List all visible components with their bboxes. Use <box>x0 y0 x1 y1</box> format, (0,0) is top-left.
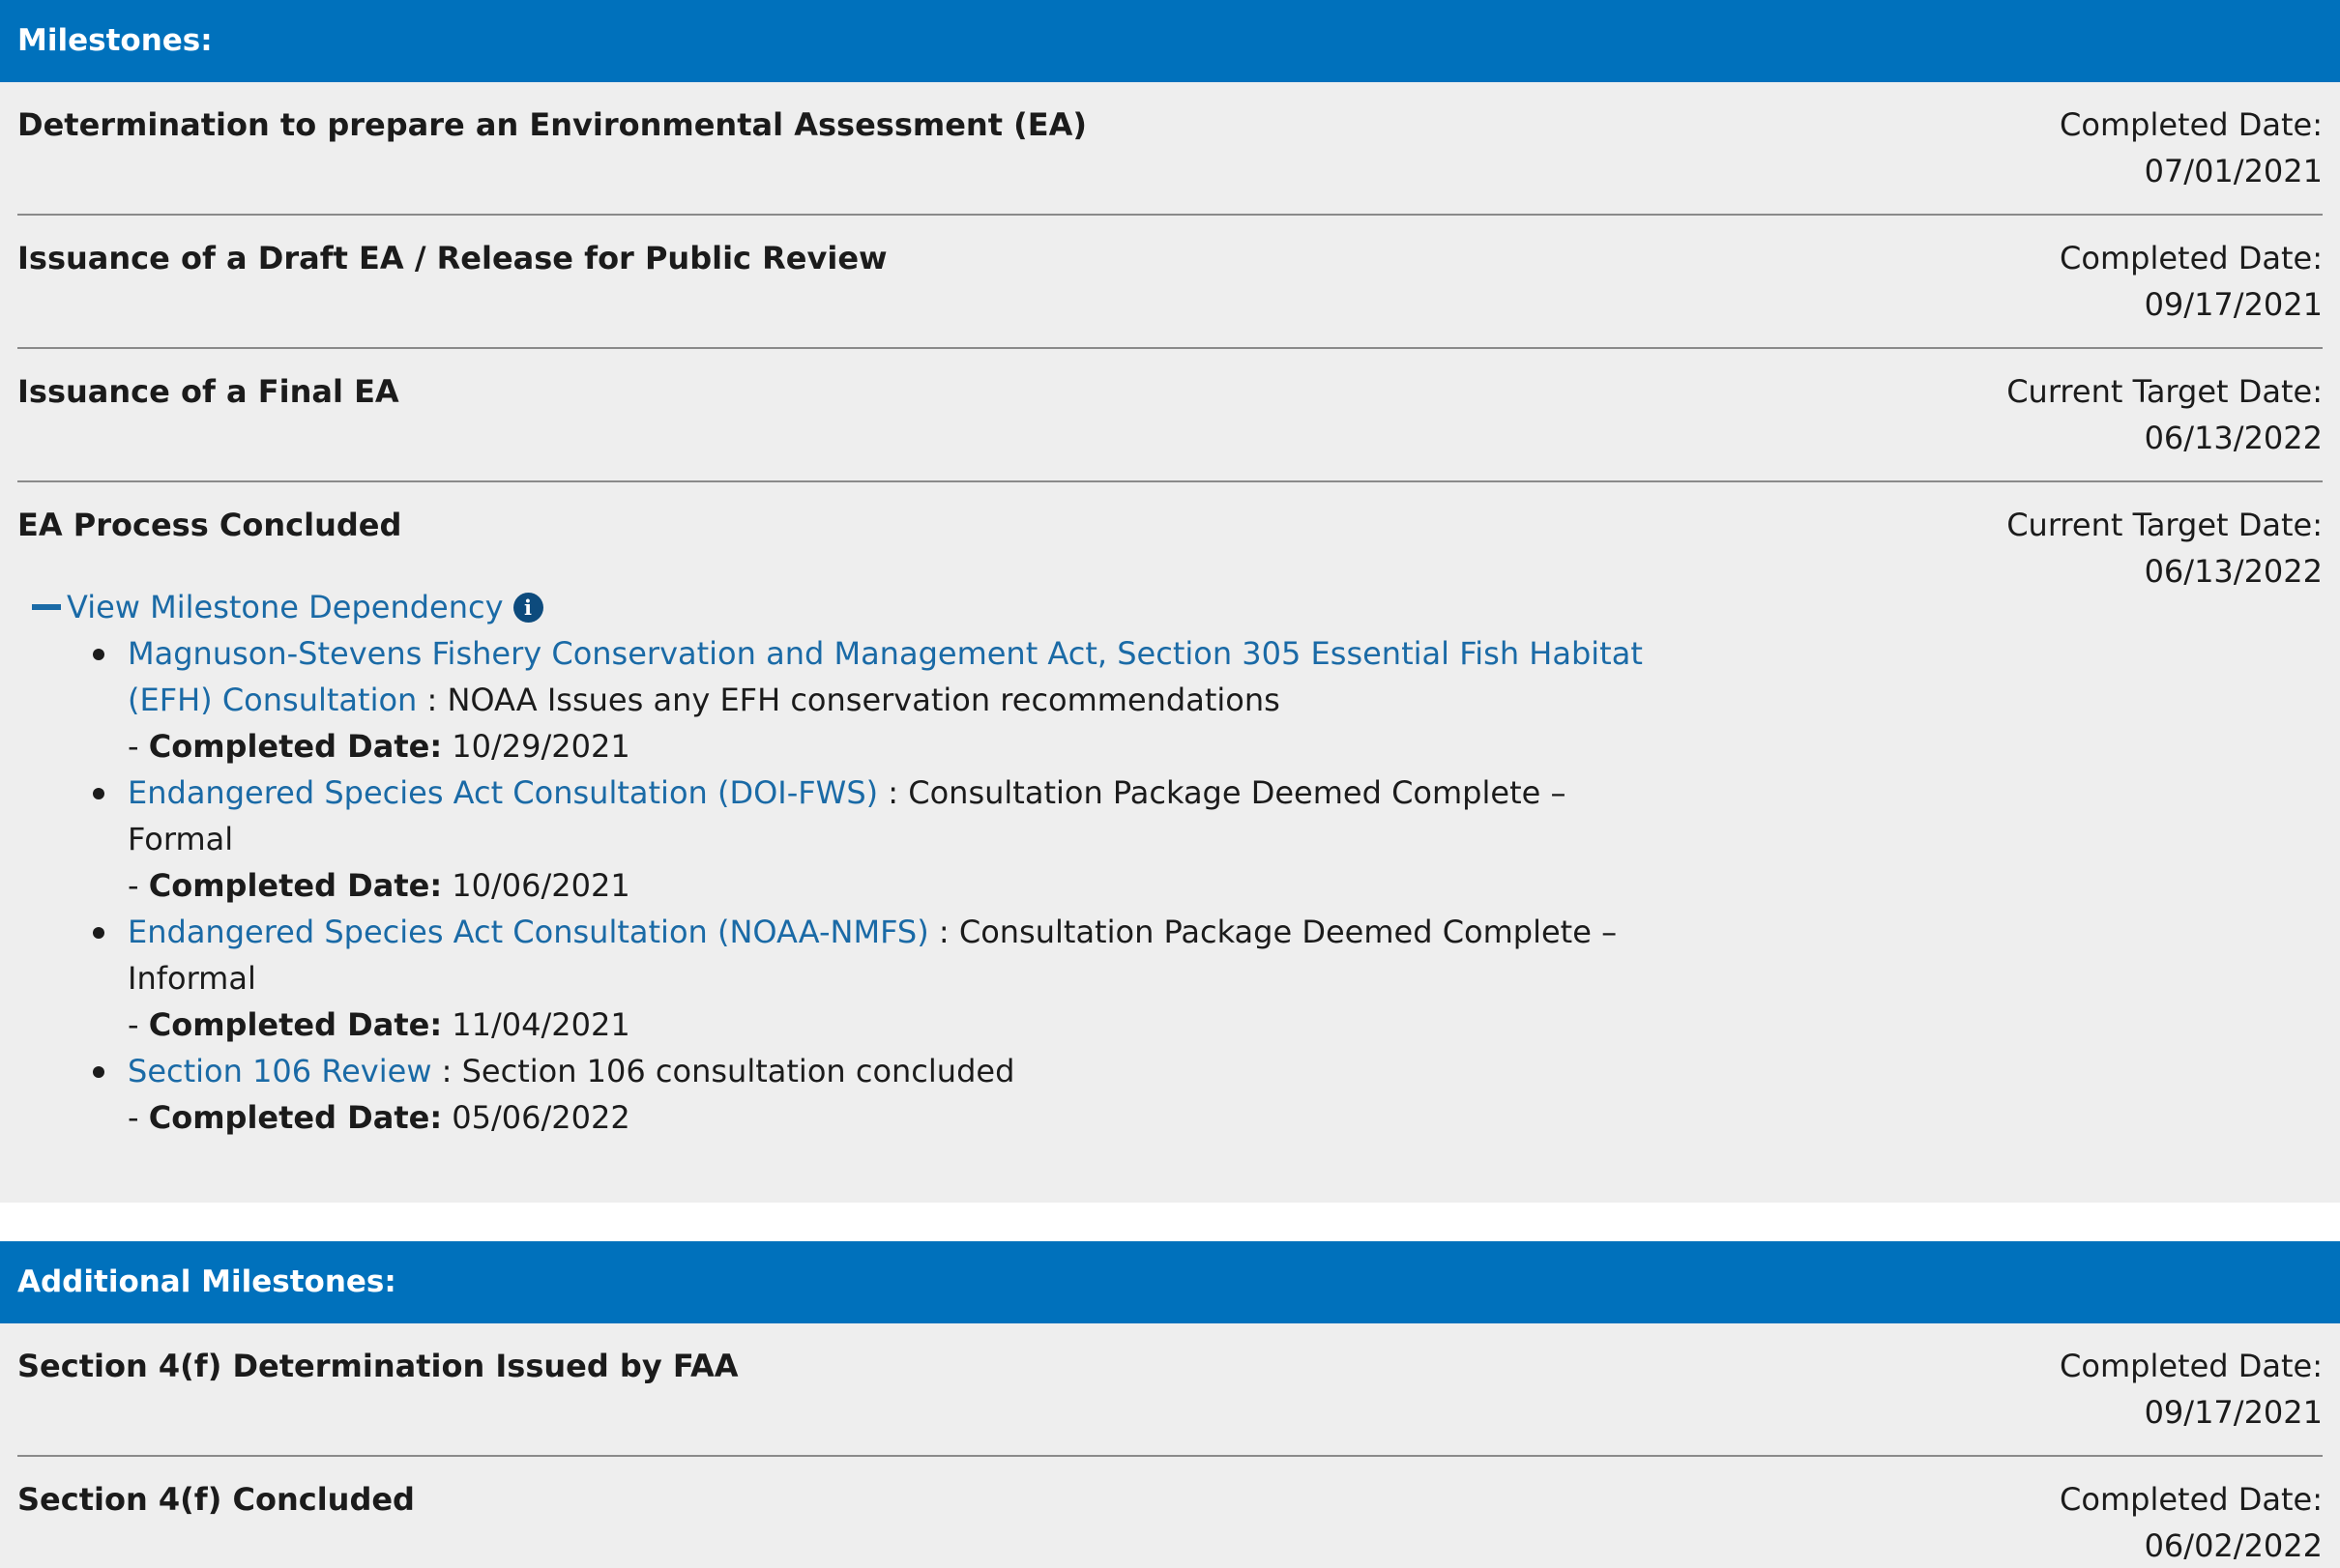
milestone-title: Issuance of a Final EA <box>17 373 399 410</box>
completed-date-value: 10/06/2021 <box>452 867 630 904</box>
completed-prefix: - <box>128 1099 149 1136</box>
milestone-row: EA Process Concluded View Milestone Depe… <box>17 482 2323 1203</box>
milestone-date-value: 06/13/2022 <box>2144 420 2323 456</box>
bullet-icon <box>93 927 104 939</box>
dependency-item: Section 106 Review : Section 106 consult… <box>77 1048 1644 1141</box>
dependency-item: Magnuson-Stevens Fishery Conservation an… <box>77 630 1644 769</box>
completed-prefix: - <box>128 728 149 765</box>
milestone-title: Determination to prepare an Environmenta… <box>17 106 1087 143</box>
milestone-date: Completed Date: 09/17/2021 <box>2060 1323 2323 1436</box>
bullet-icon <box>93 788 104 799</box>
completed-prefix: - <box>128 867 149 904</box>
dependency-description: : NOAA Issues any EFH conservation recom… <box>417 682 1280 718</box>
milestone-title: Issuance of a Draft EA / Release for Pub… <box>17 240 888 276</box>
milestone-date: Current Target Date: 06/13/2022 <box>2006 482 2323 595</box>
dependency-link[interactable]: Section 106 Review <box>128 1053 431 1089</box>
milestone-date-label: Completed Date: <box>2060 240 2323 276</box>
milestone-date-label: Current Target Date: <box>2006 373 2323 410</box>
additional-milestones-header: Additional Milestones: <box>0 1241 2340 1323</box>
milestone-date-value: 07/01/2021 <box>2144 153 2323 189</box>
dependency-link[interactable]: Endangered Species Act Consultation (NOA… <box>128 914 929 950</box>
milestone-date-value: 09/17/2021 <box>2144 286 2323 323</box>
milestone-row: Section 4(f) Determination Issued by FAA… <box>17 1323 2323 1457</box>
completed-date-value: 05/06/2022 <box>452 1099 630 1136</box>
dependency-list: Magnuson-Stevens Fishery Conservation an… <box>17 630 1644 1141</box>
milestone-date-value: 06/02/2022 <box>2144 1527 2323 1564</box>
milestone-date-value: 06/13/2022 <box>2144 553 2323 590</box>
milestone-date: Current Target Date: 06/13/2022 <box>2006 349 2323 461</box>
dependency-item: Endangered Species Act Consultation (DOI… <box>77 769 1644 909</box>
dependency-description: : Section 106 consultation concluded <box>431 1053 1015 1089</box>
completed-date-value: 11/04/2021 <box>452 1006 630 1043</box>
milestone-title: Section 4(f) Determination Issued by FAA <box>17 1348 739 1384</box>
dependency-link[interactable]: Endangered Species Act Consultation (DOI… <box>128 774 878 811</box>
milestone-title: EA Process Concluded <box>17 507 402 543</box>
completed-date-label: Completed Date: <box>148 1099 443 1136</box>
additional-milestones-section: Additional Milestones: Section 4(f) Dete… <box>0 1241 2340 1568</box>
info-icon[interactable]: i <box>512 592 543 623</box>
view-milestone-dependency-toggle[interactable]: View Milestone Dependency i <box>32 584 2006 630</box>
milestone-row: Section 4(f) Concluded Completed Date: 0… <box>17 1457 2323 1568</box>
section-spacer <box>0 1203 2340 1241</box>
milestones-body: Determination to prepare an Environmenta… <box>0 82 2340 1203</box>
milestone-date-value: 09/17/2021 <box>2144 1394 2323 1431</box>
collapse-minus-icon <box>32 604 61 610</box>
milestone-date-label: Completed Date: <box>2060 106 2323 143</box>
milestone-date-label: Completed Date: <box>2060 1348 2323 1384</box>
milestones-section: Milestones: Determination to prepare an … <box>0 0 2340 1203</box>
milestone-row: Issuance of a Draft EA / Release for Pub… <box>17 216 2323 349</box>
completed-date-label: Completed Date: <box>148 1006 443 1043</box>
milestone-date: Completed Date: 09/17/2021 <box>2060 216 2323 328</box>
milestone-row: Determination to prepare an Environmenta… <box>17 82 2323 216</box>
bullet-icon <box>93 649 104 660</box>
completed-date-label: Completed Date: <box>148 867 443 904</box>
dependency-toggle-label: View Milestone Dependency <box>67 589 504 625</box>
milestone-date: Completed Date: 06/02/2022 <box>2060 1457 2323 1568</box>
milestone-date-label: Completed Date: <box>2060 1481 2323 1518</box>
completed-date-label: Completed Date: <box>148 728 443 765</box>
milestone-title: Section 4(f) Concluded <box>17 1481 415 1518</box>
dependency-item: Endangered Species Act Consultation (NOA… <box>77 909 1644 1048</box>
bullet-icon <box>93 1066 104 1078</box>
completed-date-value: 10/29/2021 <box>452 728 630 765</box>
completed-prefix: - <box>128 1006 149 1043</box>
milestones-header: Milestones: <box>0 0 2340 82</box>
milestone-date: Completed Date: 07/01/2021 <box>2060 82 2323 194</box>
additional-milestones-body: Section 4(f) Determination Issued by FAA… <box>0 1323 2340 1568</box>
milestone-row: Issuance of a Final EA Current Target Da… <box>17 349 2323 482</box>
milestone-date-label: Current Target Date: <box>2006 507 2323 543</box>
